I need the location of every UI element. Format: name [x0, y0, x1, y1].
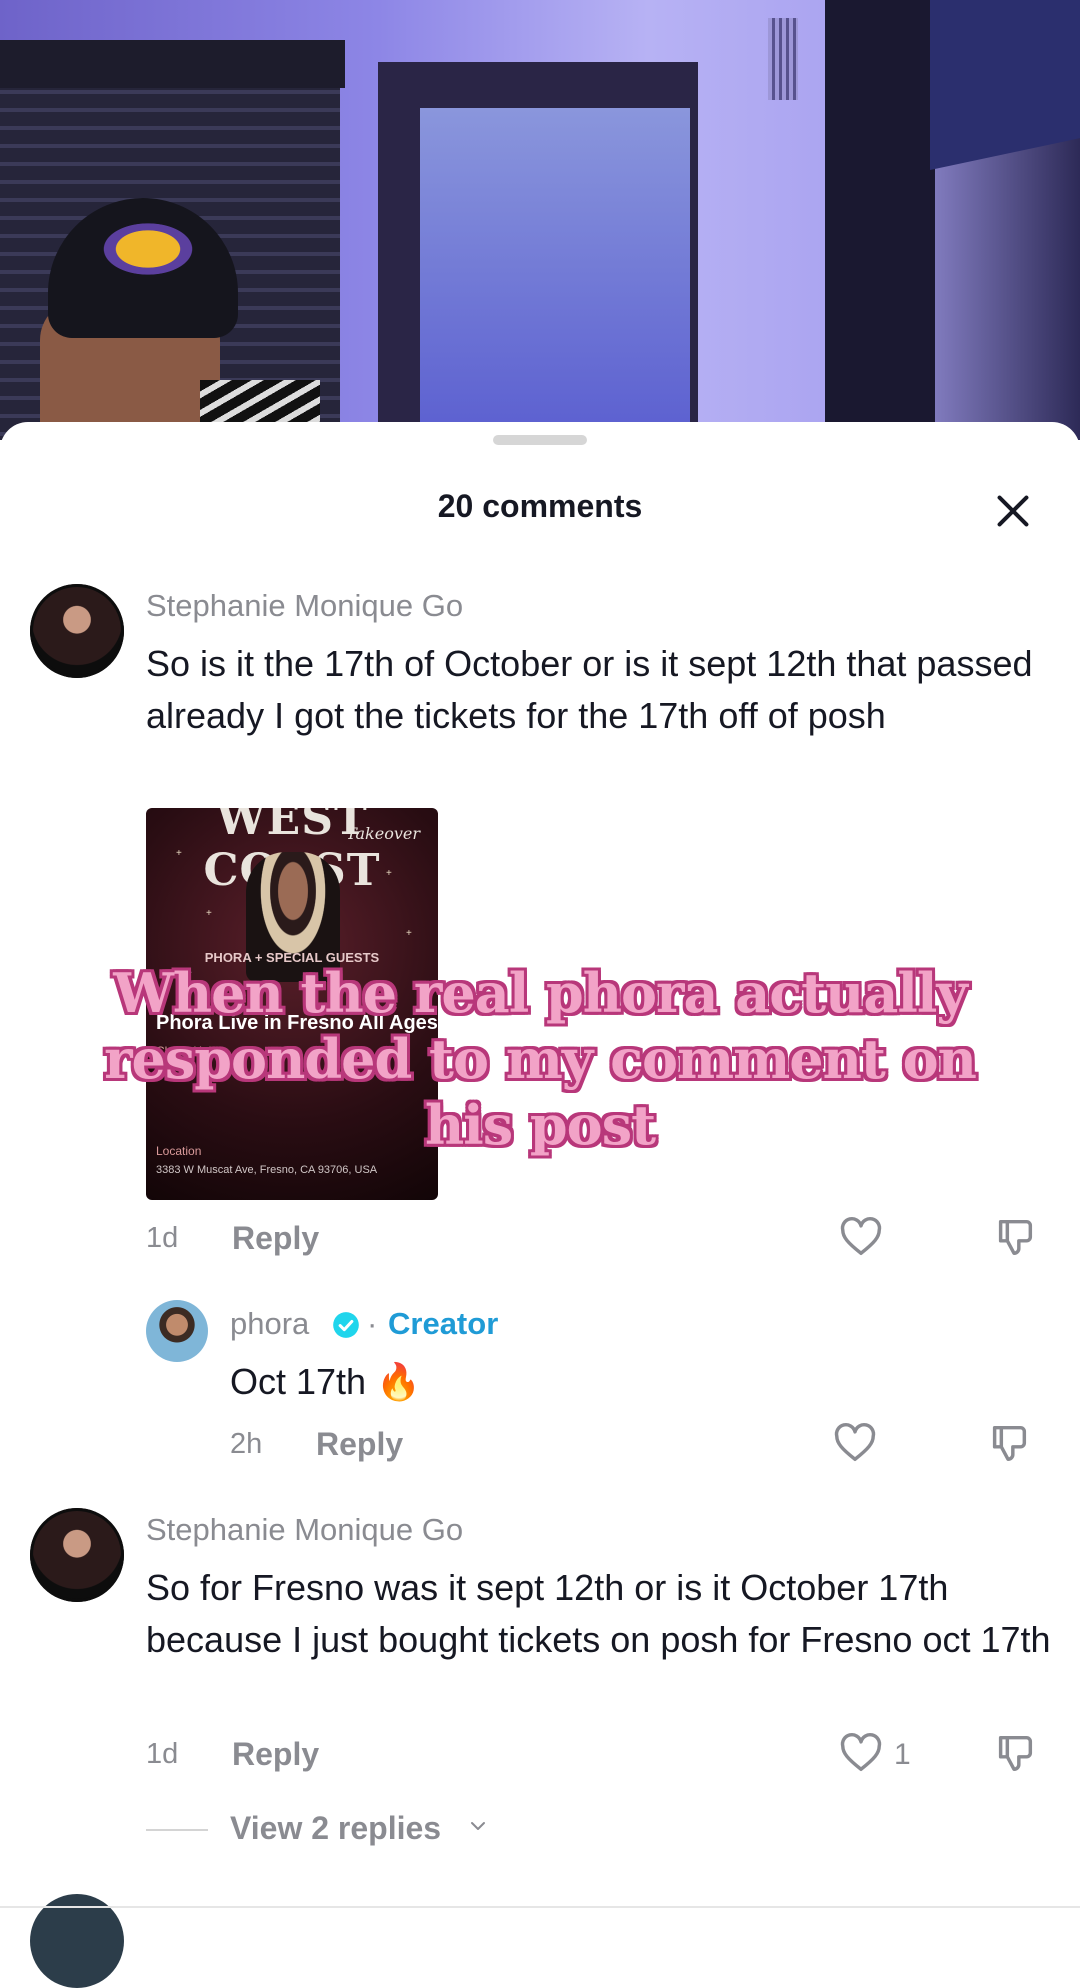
creator-badge: Creator [388, 1306, 499, 1341]
poster-star: + [406, 928, 412, 939]
dislike-icon[interactable] [986, 1420, 1032, 1466]
wall-vent [768, 18, 798, 100]
avatar[interactable] [146, 1300, 208, 1362]
video-background[interactable] [0, 0, 1080, 440]
comment-text: Oct 17th 🔥 [230, 1361, 421, 1402]
comments-count-title: 20 comments [437, 488, 643, 524]
comment-text: So is it the 17th of October or is it se… [146, 643, 1033, 736]
heart-icon[interactable] [838, 1730, 884, 1776]
poster-address: 3383 W Muscat Ave, Fresno, CA 93706, USA [156, 1164, 378, 1176]
comment-time: 1d [146, 1222, 179, 1254]
reply-button[interactable]: Reply [316, 1426, 403, 1463]
replies-divider [146, 1829, 208, 1831]
drag-handle[interactable] [493, 435, 587, 445]
creator-username[interactable]: phora [230, 1306, 309, 1342]
poster-star: + [386, 868, 392, 879]
comment-username[interactable]: Stephanie Monique Go [146, 588, 463, 624]
comment-text: So for Fresno was it sept 12th or is it … [146, 1567, 1051, 1660]
wall-edge [825, 0, 935, 440]
door-panel [420, 108, 690, 440]
heart-icon[interactable] [838, 1214, 884, 1260]
poster-subtitle: Takeover [346, 824, 420, 843]
avatar[interactable] [30, 1508, 124, 1602]
dislike-icon[interactable] [992, 1214, 1038, 1260]
comment-time: 1d [146, 1738, 179, 1770]
reply-button[interactable]: Reply [232, 1736, 319, 1773]
comment-username[interactable]: Stephanie Monique Go [146, 1512, 463, 1548]
reply-button[interactable]: Reply [232, 1220, 319, 1257]
cap-logo [98, 220, 198, 278]
close-icon[interactable] [990, 488, 1036, 534]
poster-star: + [206, 908, 212, 919]
poster-star: + [176, 848, 182, 859]
wall-tv [930, 0, 1080, 170]
heart-icon[interactable] [832, 1420, 878, 1466]
view-replies-button[interactable]: View 2 replies [230, 1810, 441, 1847]
verified-icon [333, 1312, 359, 1338]
badge-separator: · [367, 1306, 378, 1341]
video-text-overlay: When the real phora actually responded t… [104, 961, 977, 1157]
avatar[interactable] [30, 1894, 124, 1988]
chevron-down-icon[interactable] [470, 1818, 486, 1834]
dislike-icon[interactable] [992, 1730, 1038, 1776]
like-count: 1 [894, 1738, 911, 1771]
blinds-top [0, 40, 345, 88]
bottom-divider [0, 1906, 1080, 1908]
comment-time: 2h [230, 1428, 263, 1460]
avatar[interactable] [30, 584, 124, 678]
